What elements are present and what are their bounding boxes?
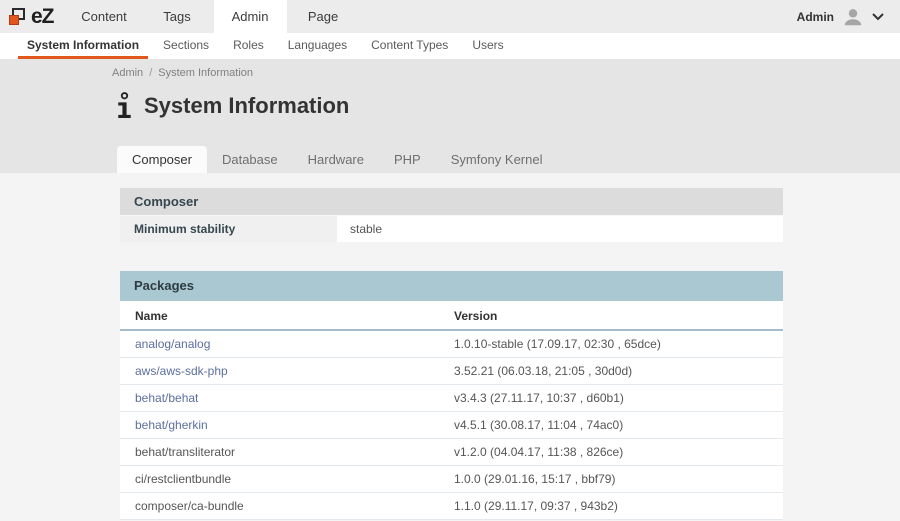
table-row: aws/aws-sdk-php 3.52.21 (06.03.18, 21:05… <box>120 358 783 385</box>
table-row: analog/analog 1.0.10-stable (17.09.17, 0… <box>120 331 783 358</box>
packages-header-row: Name Version <box>120 301 783 331</box>
composer-table: Composer Minimum stability stable <box>120 188 783 242</box>
packages-table-title: Packages <box>120 271 783 301</box>
package-version: v4.5.1 (30.08.17, 11:04 , 74ac0) <box>454 418 623 432</box>
table-row: behat/behat v3.4.3 (27.11.17, 10:37 , d6… <box>120 385 783 412</box>
subnav-item-system-information[interactable]: System Information <box>18 33 148 59</box>
package-link[interactable]: analog/analog <box>135 337 210 351</box>
package-link[interactable]: behat/gherkin <box>135 418 208 432</box>
subnav-item-users[interactable]: Users <box>463 33 512 59</box>
section-tabs: Composer Database Hardware PHP Symfony K… <box>117 146 557 173</box>
main-nav: Content Tags Admin Page <box>68 0 360 33</box>
page-header: Admin / System Information System Informat… <box>0 59 900 173</box>
tab-hardware[interactable]: Hardware <box>293 146 379 173</box>
tab-composer[interactable]: Composer <box>117 146 207 173</box>
subnav-item-sections[interactable]: Sections <box>154 33 218 59</box>
table-row: composer/ca-bundle 1.1.0 (29.11.17, 09:3… <box>120 493 783 520</box>
breadcrumb-separator: / <box>149 67 152 79</box>
column-header-name: Name <box>120 301 450 329</box>
package-version: 1.1.0 (29.11.17, 09:37 , 943b2) <box>454 499 618 513</box>
breadcrumb: Admin / System Information <box>112 67 253 79</box>
table-row: Minimum stability stable <box>120 216 783 242</box>
table-row: behat/transliterator v1.2.0 (04.04.17, 1… <box>120 439 783 466</box>
subnav-item-languages[interactable]: Languages <box>279 33 356 59</box>
package-link[interactable]: behat/behat <box>135 391 198 405</box>
package-version: 3.52.21 (06.03.18, 21:05 , 30d0d) <box>454 364 632 378</box>
page-title: System Information <box>144 93 349 119</box>
breadcrumb-admin[interactable]: Admin <box>112 67 143 79</box>
package-name: behat/transliterator <box>135 445 235 459</box>
avatar-icon <box>842 6 864 28</box>
table-row: ci/restclientbundle 1.0.0 (29.01.16, 15:… <box>120 466 783 493</box>
package-link[interactable]: aws/aws-sdk-php <box>135 364 228 378</box>
table-row: behat/gherkin v4.5.1 (30.08.17, 11:04 , … <box>120 412 783 439</box>
ez-logo[interactable]: eZ <box>0 0 68 33</box>
tab-panel-composer: Composer Minimum stability stable Packag… <box>0 173 900 520</box>
breadcrumb-current: System Information <box>158 67 253 79</box>
chevron-down-icon[interactable] <box>872 13 884 21</box>
nav-item-admin[interactable]: Admin <box>214 0 287 33</box>
app-window: eZ Content Tags Admin Page Admin System … <box>0 0 900 521</box>
package-version: 1.0.10-stable (17.09.17, 02:30 , 65dce) <box>454 337 661 351</box>
logo-text: eZ <box>31 5 54 29</box>
admin-subnav: System Information Sections Roles Langua… <box>0 33 900 59</box>
topbar: eZ Content Tags Admin Page Admin <box>0 0 900 33</box>
column-header-version: Version <box>450 301 783 329</box>
nav-item-content[interactable]: Content <box>68 0 141 33</box>
nav-item-tags[interactable]: Tags <box>141 0 214 33</box>
composer-table-title: Composer <box>120 188 783 216</box>
package-name: ci/restclientbundle <box>135 472 231 486</box>
info-icon <box>117 92 132 119</box>
tab-database[interactable]: Database <box>207 146 293 173</box>
packages-table: Packages Name Version analog/analog 1.0.… <box>120 271 783 520</box>
package-name: composer/ca-bundle <box>135 499 244 513</box>
subnav-item-content-types[interactable]: Content Types <box>362 33 457 59</box>
package-version: v3.4.3 (27.11.17, 10:37 , d60b1) <box>454 391 624 405</box>
composer-row-label: Minimum stability <box>120 216 337 242</box>
tab-symfony-kernel[interactable]: Symfony Kernel <box>436 146 558 173</box>
package-version: 1.0.0 (29.01.16, 15:17 , bbf79) <box>454 472 615 486</box>
tab-php[interactable]: PHP <box>379 146 436 173</box>
ez-logo-icon <box>9 8 27 25</box>
nav-item-page[interactable]: Page <box>287 0 360 33</box>
composer-row-value: stable <box>337 216 783 242</box>
user-menu[interactable]: Admin <box>797 0 900 33</box>
user-name: Admin <box>797 10 834 24</box>
package-version: v1.2.0 (04.04.17, 11:38 , 826ce) <box>454 445 623 459</box>
subnav-item-roles[interactable]: Roles <box>224 33 273 59</box>
